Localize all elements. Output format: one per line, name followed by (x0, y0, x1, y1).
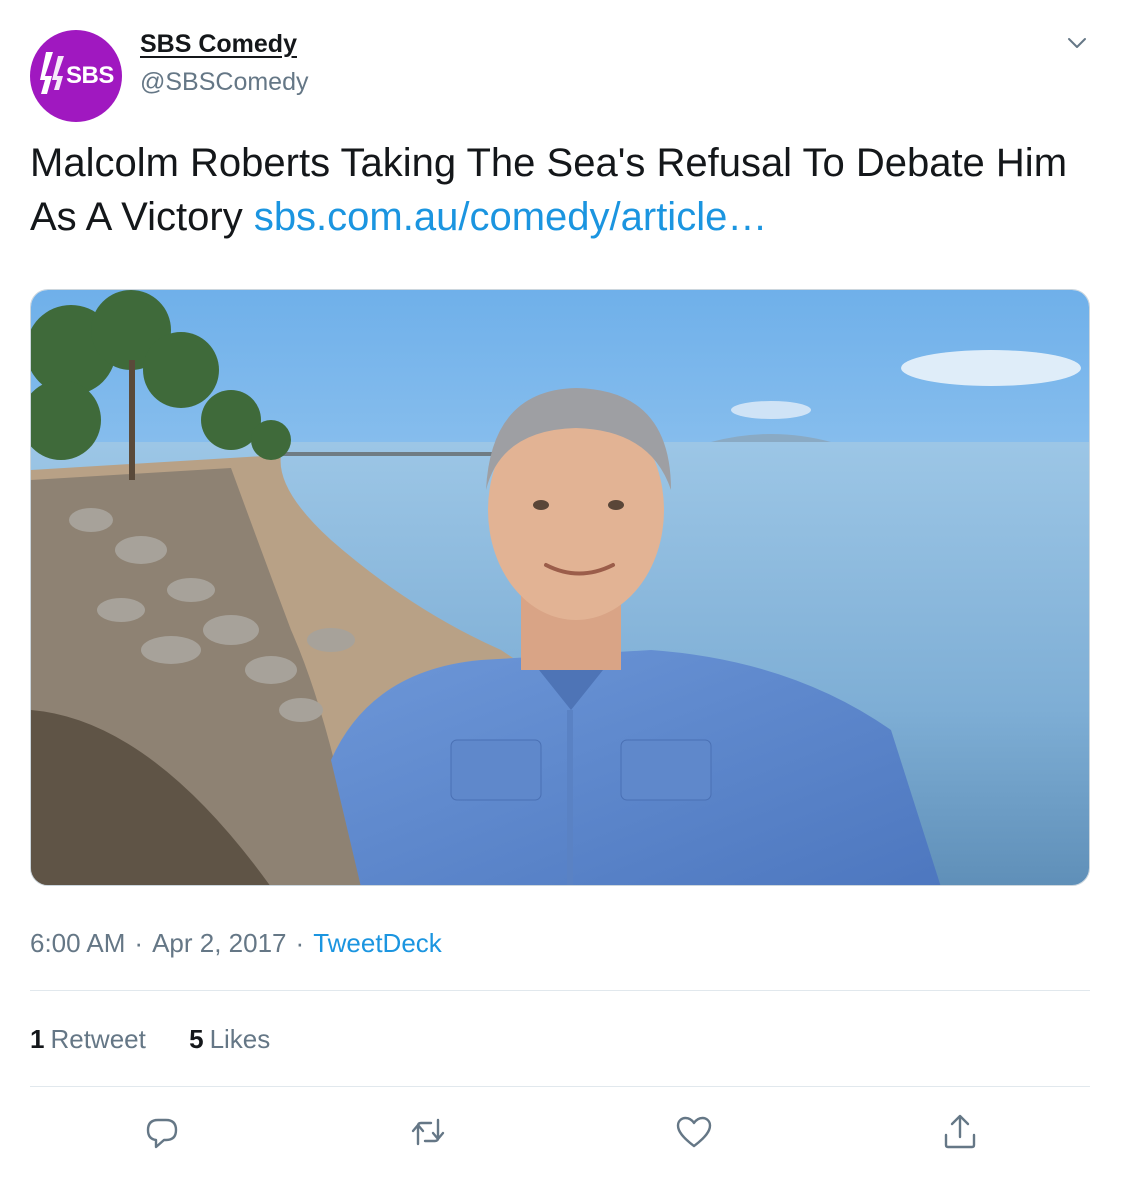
heart-icon[interactable] (672, 1110, 716, 1154)
tweet-date[interactable]: Apr 2, 2017 (152, 928, 286, 958)
retweets-label: Retweet (50, 1024, 146, 1054)
likes-count: 5 (189, 1024, 204, 1054)
article-link[interactable]: sbs.com.au/comedy/article… (254, 195, 768, 239)
tweet-photo[interactable] (30, 289, 1090, 886)
retweets-count: 1 (30, 1024, 45, 1054)
chevron-down-icon[interactable] (1062, 28, 1092, 58)
likes-label: Likes (209, 1024, 271, 1054)
avatar[interactable]: SBS (30, 30, 122, 122)
user-handle[interactable]: @SBSComedy (140, 68, 309, 97)
share-icon[interactable] (938, 1110, 982, 1154)
tweet-time[interactable]: 6:00 AM (30, 928, 125, 958)
retweets-stat[interactable]: 1 Retweet (30, 1024, 146, 1055)
likes-stat[interactable]: 5 Likes (189, 1024, 270, 1055)
meta-separator: · (134, 928, 144, 958)
engagement-stats: 1 Retweet 5 Likes (30, 1024, 270, 1055)
source-link[interactable]: TweetDeck (313, 928, 442, 958)
display-name[interactable]: SBS Comedy (140, 30, 297, 59)
beach-photo (31, 290, 1089, 885)
divider (30, 990, 1090, 991)
reply-icon[interactable] (140, 1110, 184, 1154)
meta-separator: · (295, 928, 305, 958)
retweet-icon[interactable] (406, 1110, 450, 1154)
tweet-text: Malcolm Roberts Taking The Sea's Refusal… (30, 136, 1090, 244)
divider (30, 1086, 1090, 1087)
tweet-card: SBS SBS Comedy @SBSComedy Malcolm Robert… (0, 0, 1128, 1200)
avatar-label: SBS (66, 62, 114, 89)
tweet-meta: 6:00 AM · Apr 2, 2017 · TweetDeck (30, 928, 442, 959)
